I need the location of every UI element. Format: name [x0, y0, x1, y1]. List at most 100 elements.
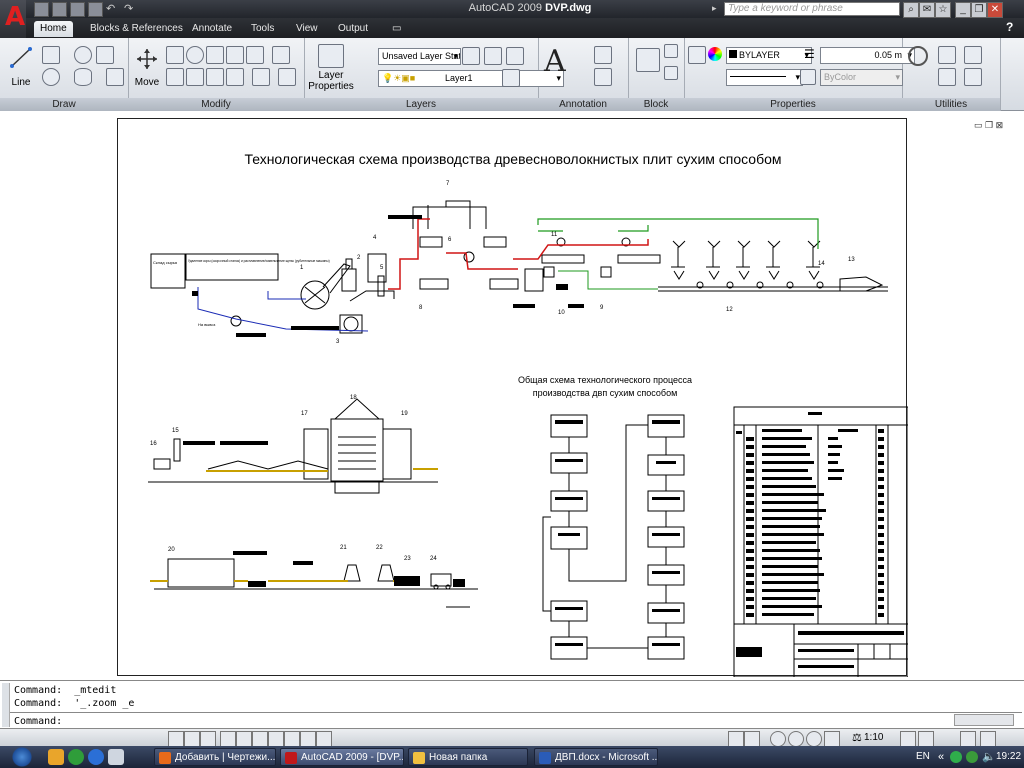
quick-launch-desktop-icon[interactable] [108, 749, 124, 765]
tab-view[interactable]: View [290, 21, 324, 37]
drawing-restore-icon[interactable]: ❐ [985, 120, 993, 130]
taskbar-item-browser[interactable]: Добавить | Чертежи... [154, 748, 276, 766]
tab-home[interactable]: Home [34, 21, 73, 37]
favorites-icon[interactable]: ☆ [935, 2, 951, 18]
stretch-icon[interactable] [166, 68, 184, 86]
plot-style-icon[interactable] [800, 69, 816, 85]
copy-icon[interactable] [166, 46, 184, 64]
utilities-panel-title[interactable]: Utilities [902, 98, 1000, 111]
zoom-icon[interactable] [788, 731, 804, 747]
minimize-icon[interactable]: _ [955, 2, 971, 18]
clock[interactable]: 19:22 [996, 748, 1021, 766]
otrack-icon[interactable] [252, 731, 268, 747]
taskbar-item-folder[interactable]: Новая папка [408, 748, 528, 766]
start-button[interactable] [0, 746, 44, 768]
grid-icon[interactable] [184, 731, 200, 747]
snap-icon[interactable] [168, 731, 184, 747]
cut-icon[interactable] [964, 68, 982, 86]
print-icon[interactable] [88, 2, 103, 17]
tab-tools[interactable]: Tools [245, 21, 280, 37]
polyline-icon[interactable] [42, 46, 60, 64]
dyn-icon[interactable] [284, 731, 300, 747]
insert-block-icon[interactable] [636, 48, 660, 72]
match-layer-icon[interactable] [502, 69, 520, 87]
language-indicator[interactable]: EN [916, 748, 930, 766]
trim-icon[interactable] [206, 68, 224, 86]
multileader-icon[interactable] [594, 68, 612, 86]
taskbar-item-word[interactable]: ДВП.docx - Microsoft ... [534, 748, 658, 766]
mirror-icon[interactable] [206, 46, 224, 64]
hatch-icon[interactable] [106, 68, 124, 86]
quick-launch-browser-icon[interactable] [88, 749, 104, 765]
quick-select-icon[interactable] [938, 46, 956, 64]
ortho-icon[interactable] [200, 731, 216, 747]
quick-launch-firefox-icon[interactable] [48, 749, 64, 765]
quick-properties-icon[interactable] [316, 731, 332, 747]
tab-annotate[interactable]: Annotate [186, 21, 238, 37]
layers-panel-title[interactable]: Layers [304, 98, 538, 111]
application-menu-button[interactable]: A [0, 0, 26, 40]
rotate-icon[interactable] [186, 46, 204, 64]
skype-icon[interactable] [950, 751, 962, 763]
circle-icon[interactable] [74, 46, 92, 64]
scale-icon[interactable] [186, 68, 204, 86]
taskbar-item-autocad[interactable]: AutoCAD 2009 - [DVP... [280, 748, 404, 766]
annotation-panel-title[interactable]: Annotation [538, 98, 628, 111]
open-icon[interactable] [52, 2, 67, 17]
lineweight-icon[interactable]: ☰ [804, 47, 818, 61]
clipboard-copy-icon[interactable] [964, 46, 982, 64]
polar-icon[interactable] [220, 731, 236, 747]
tab-output[interactable]: Output [332, 21, 374, 37]
search-arrow-icon[interactable]: ▸ [712, 3, 717, 14]
ellipse-icon[interactable] [74, 68, 92, 86]
horizontal-scrollbar[interactable] [954, 714, 1014, 726]
modify-panel-title[interactable]: Modify [128, 98, 304, 111]
move-icon[interactable] [136, 48, 158, 70]
ribbon-minimize-icon[interactable]: ▭ [388, 21, 405, 37]
layer-properties-label[interactable]: Layer Properties [308, 70, 354, 92]
redo-icon[interactable]: ↷ [124, 2, 137, 15]
create-block-icon[interactable] [664, 44, 678, 58]
match-properties-icon[interactable] [688, 46, 706, 64]
erase-icon[interactable] [252, 68, 270, 86]
pan-icon[interactable] [770, 731, 786, 747]
showmotion-icon[interactable] [824, 731, 840, 747]
linetype-select[interactable] [726, 69, 803, 86]
layer-isolate-icon[interactable] [484, 47, 502, 65]
text-icon[interactable]: A [544, 44, 566, 79]
drawing-minimize-icon[interactable]: ▭ [974, 120, 983, 130]
help-icon[interactable]: ? [1006, 20, 1013, 34]
lineweight-toggle-icon[interactable] [300, 731, 316, 747]
plot-style-select[interactable]: ByColor [820, 69, 903, 86]
paste-icon[interactable] [938, 68, 956, 86]
lineweight-select[interactable]: 0.05 m [820, 47, 915, 64]
annotation-scale-icon[interactable]: ⚖ [852, 731, 862, 744]
array-icon[interactable] [272, 46, 290, 64]
new-icon[interactable] [34, 2, 49, 17]
toolbar-lock-icon[interactable] [960, 731, 976, 747]
drawing-sheet[interactable]: Технологическая схема производства древе… [117, 118, 908, 677]
ducs-icon[interactable] [268, 731, 284, 747]
communication-icon[interactable]: ✉ [919, 2, 935, 18]
vertical-scrollbar[interactable] [1010, 135, 1022, 675]
command-window-grip[interactable] [2, 683, 10, 727]
search-icon[interactable]: ⌕ [903, 2, 919, 18]
layer-state-select[interactable]: Unsaved Layer State [378, 48, 461, 65]
steering-wheel-icon[interactable] [806, 731, 822, 747]
block-panel-title[interactable]: Block [628, 98, 684, 111]
annotation-visibility-icon[interactable] [900, 731, 916, 747]
measure-icon[interactable] [908, 46, 928, 66]
line-button-label[interactable]: Line [8, 77, 34, 88]
auto-scale-icon[interactable] [918, 731, 934, 747]
drawing-close-icon[interactable]: ⊠ [996, 120, 1004, 130]
move-button-label[interactable]: Move [132, 77, 162, 88]
annotation-scale-value[interactable]: 1:10 [864, 732, 883, 743]
model-space-icon[interactable] [728, 731, 744, 747]
restore-icon[interactable]: ❐ [971, 2, 987, 18]
fillet-icon[interactable] [246, 46, 264, 64]
network-icon[interactable] [966, 751, 978, 763]
search-input[interactable]: Type a keyword or phrase [724, 2, 900, 16]
quick-launch-chrome-icon[interactable] [68, 749, 84, 765]
clean-screen-icon[interactable] [980, 731, 996, 747]
color-wheel-icon[interactable] [708, 47, 722, 61]
